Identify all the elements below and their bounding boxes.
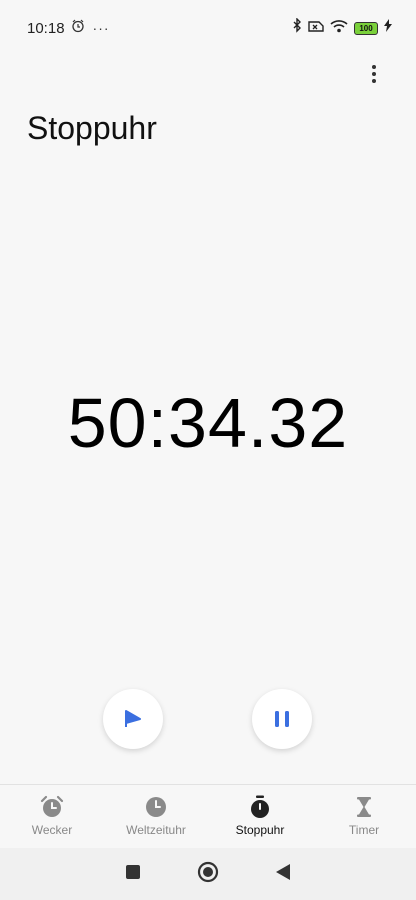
home-icon[interactable] — [197, 861, 219, 888]
pause-icon — [275, 711, 289, 727]
flag-icon — [125, 710, 141, 727]
battery-icon: 100 — [354, 21, 378, 35]
bottom-tab-bar: Wecker Weltzeituhr Stoppuhr Timer — [0, 784, 416, 849]
system-nav-bar — [0, 848, 416, 900]
recents-icon[interactable] — [125, 864, 141, 885]
clock-icon — [146, 797, 166, 817]
wifi-icon — [330, 19, 348, 38]
more-notifications-indicator: ··· — [92, 20, 110, 36]
tab-wecker[interactable]: Wecker — [0, 785, 104, 849]
sim-icon — [308, 19, 324, 37]
lap-button[interactable] — [103, 689, 163, 749]
status-left: 10:18 ··· — [27, 19, 110, 37]
stopwatch-time: 50:34.32 — [67, 384, 349, 462]
back-icon[interactable] — [275, 863, 291, 886]
tab-label: Weltzeituhr — [126, 823, 186, 837]
page-title: Stoppuhr — [27, 110, 157, 146]
tab-label: Timer — [348, 823, 380, 837]
tab-timer[interactable]: Timer — [312, 785, 416, 849]
tab-label: Wecker — [31, 823, 73, 837]
more-vert-icon — [372, 65, 376, 83]
alarm-clock-icon — [40, 795, 64, 817]
alarm-icon — [71, 19, 85, 37]
stopwatch-icon — [251, 795, 269, 818]
hourglass-icon — [357, 797, 371, 817]
charging-icon — [384, 19, 392, 37]
tab-stoppuhr[interactable]: Stoppuhr — [208, 785, 312, 849]
pause-button[interactable] — [252, 689, 312, 749]
tab-label: Stoppuhr — [235, 823, 285, 837]
status-time: 10:18 — [27, 19, 65, 37]
status-right: 100 — [292, 17, 392, 38]
status-bar: 10:18 ··· 100 — [0, 0, 416, 56]
bluetooth-icon — [292, 17, 302, 38]
tab-weltzeituhr[interactable]: Weltzeituhr — [104, 785, 208, 849]
more-options-button[interactable] — [362, 62, 386, 86]
